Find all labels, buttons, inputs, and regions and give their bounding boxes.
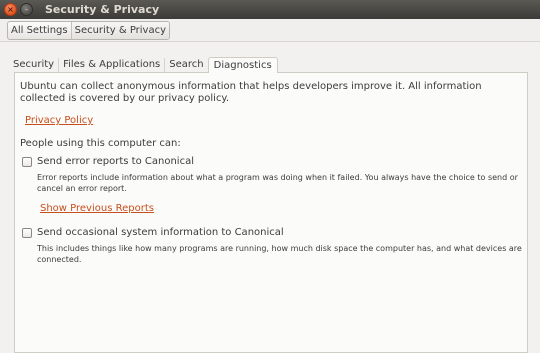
show-previous-reports-link[interactable]: Show Previous Reports [40, 203, 154, 214]
tab-diagnostics[interactable]: Diagnostics [207, 57, 278, 73]
tab-security[interactable]: Security [9, 58, 60, 72]
breadcrumb: All Settings Security & Privacy [7, 21, 171, 40]
tab-files-applications[interactable]: Files & Applications [59, 58, 166, 72]
privacy-policy-link[interactable]: Privacy Policy [25, 115, 93, 126]
people-label: People using this computer can: [20, 138, 181, 149]
title-bar: × – Security & Privacy [0, 0, 540, 19]
minimize-icon: – [24, 4, 29, 14]
diagnostics-panel: Ubuntu can collect anonymous information… [14, 72, 528, 353]
intro-text: Ubuntu can collect anonymous information… [20, 81, 482, 104]
tab-bar: Security Files & Applications Search Dia… [9, 56, 278, 73]
minimize-window-button[interactable]: – [20, 3, 33, 16]
system-info-description: This includes things like how many progr… [37, 244, 522, 264]
error-reports-description: Error reports include information about … [37, 173, 518, 193]
window-title: Security & Privacy [45, 3, 160, 16]
error-reports-checkbox[interactable] [22, 157, 32, 167]
error-reports-label[interactable]: Send error reports to Canonical [37, 156, 194, 167]
toolbar: All Settings Security & Privacy [0, 19, 540, 42]
close-icon: × [7, 4, 14, 14]
system-info-checkbox[interactable] [22, 228, 32, 238]
tab-search[interactable]: Search [165, 58, 207, 72]
system-info-label[interactable]: Send occasional system information to Ca… [37, 227, 284, 238]
breadcrumb-all-settings[interactable]: All Settings [8, 22, 71, 39]
close-window-button[interactable]: × [4, 3, 17, 16]
breadcrumb-security-privacy[interactable]: Security & Privacy [70, 22, 170, 39]
